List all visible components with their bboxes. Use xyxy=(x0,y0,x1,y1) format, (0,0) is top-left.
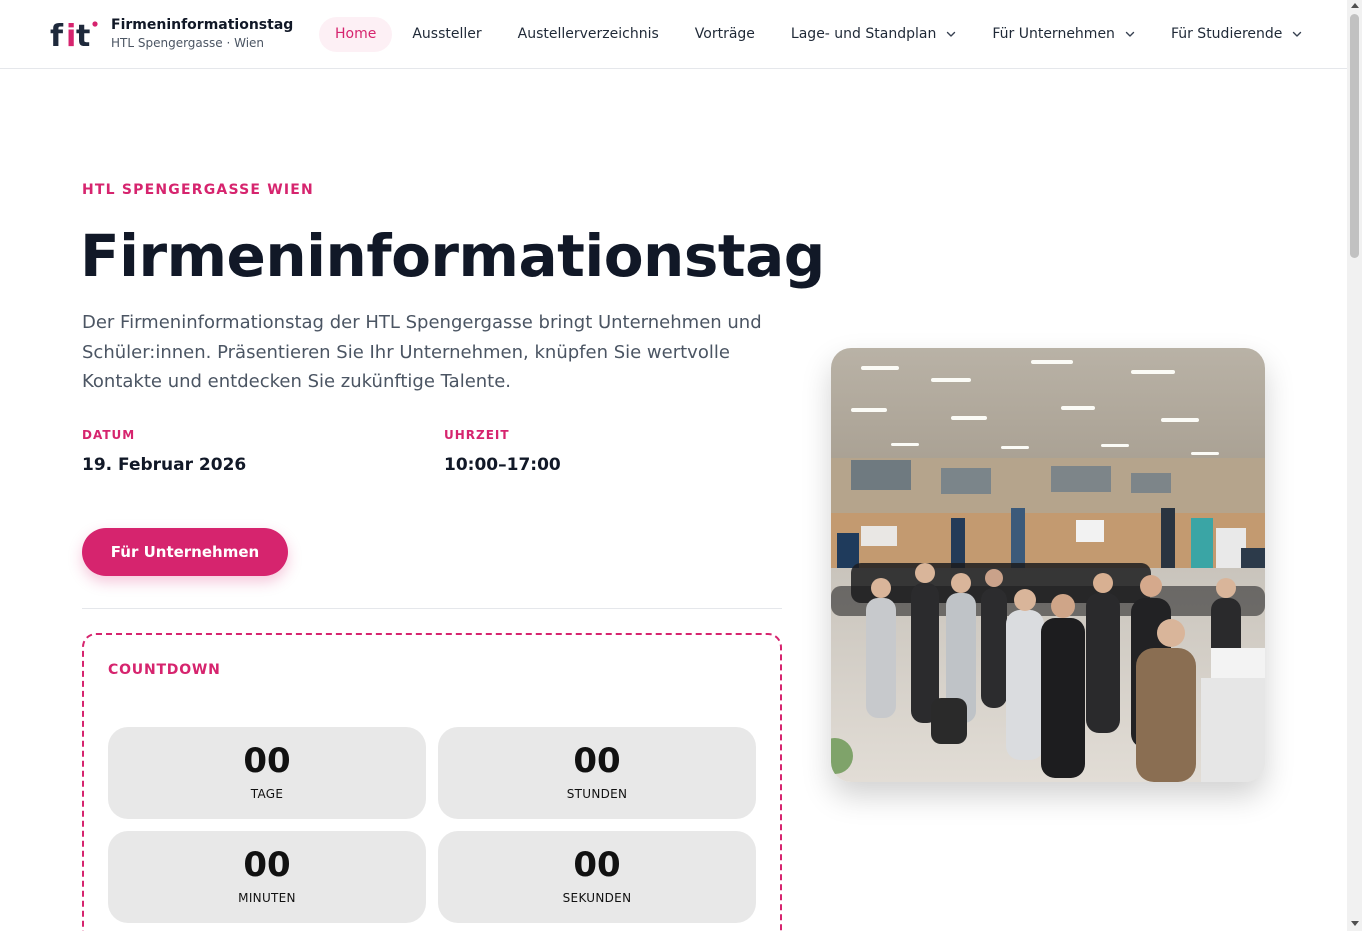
main-nav: Home Aussteller Austellerverzeichnis Vor… xyxy=(319,16,1318,52)
nav-item-lageplan[interactable]: Lage- und Standplan xyxy=(775,17,972,52)
nav-item-label: Aussteller xyxy=(412,26,482,42)
nav-item-label: Home xyxy=(335,26,377,42)
brand[interactable]: Firmeninformationstag HTL Spengergasse ·… xyxy=(111,16,293,52)
countdown-hours: 00 STUNDEN xyxy=(438,727,756,819)
brand-title: Firmeninformationstag xyxy=(111,17,294,33)
date-value: 19. Februar 2026 xyxy=(82,455,247,475)
chevron-down-icon xyxy=(1293,31,1302,37)
nav-item-label: Lage- und Standplan xyxy=(790,26,937,42)
svg-text:t: t xyxy=(76,19,90,52)
chevron-down-icon xyxy=(947,31,956,37)
page-scrollbar[interactable] xyxy=(1347,0,1362,931)
page-title: Firmeninformationstag xyxy=(80,222,825,290)
date-label: DATUM xyxy=(82,428,136,442)
hero-description: Der Firmeninformationstag der HTL Spenge… xyxy=(82,312,762,392)
scroll-thumb[interactable] xyxy=(1350,14,1359,258)
nav-item-label: Vorträge xyxy=(694,26,755,42)
countdown-label: COUNTDOWN xyxy=(108,662,221,678)
nav-item-vortraege[interactable]: Vorträge xyxy=(679,17,771,52)
scroll-up-arrow-icon[interactable] xyxy=(1351,3,1359,8)
event-hall-image xyxy=(831,348,1265,782)
event-photo xyxy=(831,348,1265,782)
countdown-minutes-value: 00 xyxy=(243,845,291,885)
svg-text:f: f xyxy=(50,19,64,52)
nav-item-label: Für Unternehmen xyxy=(992,26,1115,42)
countdown-seconds: 00 SEKUNDEN xyxy=(438,831,756,923)
nav-item-fuer-unternehmen[interactable]: Für Unternehmen xyxy=(976,17,1151,52)
brand-subtitle: HTL Spengergasse · Wien xyxy=(111,36,265,50)
nav-item-label: Austellerverzeichnis xyxy=(517,26,659,42)
countdown-hours-value: 00 xyxy=(573,741,621,781)
countdown-seconds-value: 00 xyxy=(573,845,621,885)
nav-item-aussteller[interactable]: Aussteller xyxy=(396,17,497,52)
nav-item-label: Für Studierende xyxy=(1170,26,1283,42)
countdown-hours-unit: STUNDEN xyxy=(566,787,628,801)
countdown-days-value: 00 xyxy=(243,741,291,781)
fuer-unternehmen-button[interactable]: Für Unternehmen xyxy=(82,528,288,576)
countdown-seconds-unit: SEKUNDEN xyxy=(562,891,632,905)
countdown-minutes-unit: MINUTEN xyxy=(238,891,296,905)
time-value: 10:00–17:00 xyxy=(444,455,561,475)
nav-item-fuer-studierende[interactable]: Für Studierende xyxy=(1155,17,1318,52)
countdown-panel: COUNTDOWN 00 TAGE 00 STUNDEN 00 MINUTEN … xyxy=(82,633,782,931)
svg-text:i: i xyxy=(66,19,75,52)
nav-item-home[interactable]: Home xyxy=(319,16,393,52)
countdown-days-unit: TAGE xyxy=(250,787,284,801)
countdown-days: 00 TAGE xyxy=(108,727,426,819)
nav-item-austellerverzeichnis[interactable]: Austellerverzeichnis xyxy=(502,17,675,52)
site-header: f i t Firmeninformationstag HTL Spengerg… xyxy=(0,0,1347,69)
time-label: UHRZEIT xyxy=(444,428,510,442)
scroll-down-arrow-icon[interactable] xyxy=(1351,921,1359,926)
hero-eyebrow: HTL SPENGERGASSE WIEN xyxy=(82,182,314,198)
chevron-down-icon xyxy=(1125,31,1135,37)
divider xyxy=(82,608,782,609)
fit-logo-icon: f i t xyxy=(50,19,98,54)
fit-logo[interactable]: f i t xyxy=(50,16,100,54)
countdown-minutes: 00 MINUTEN xyxy=(108,831,426,923)
